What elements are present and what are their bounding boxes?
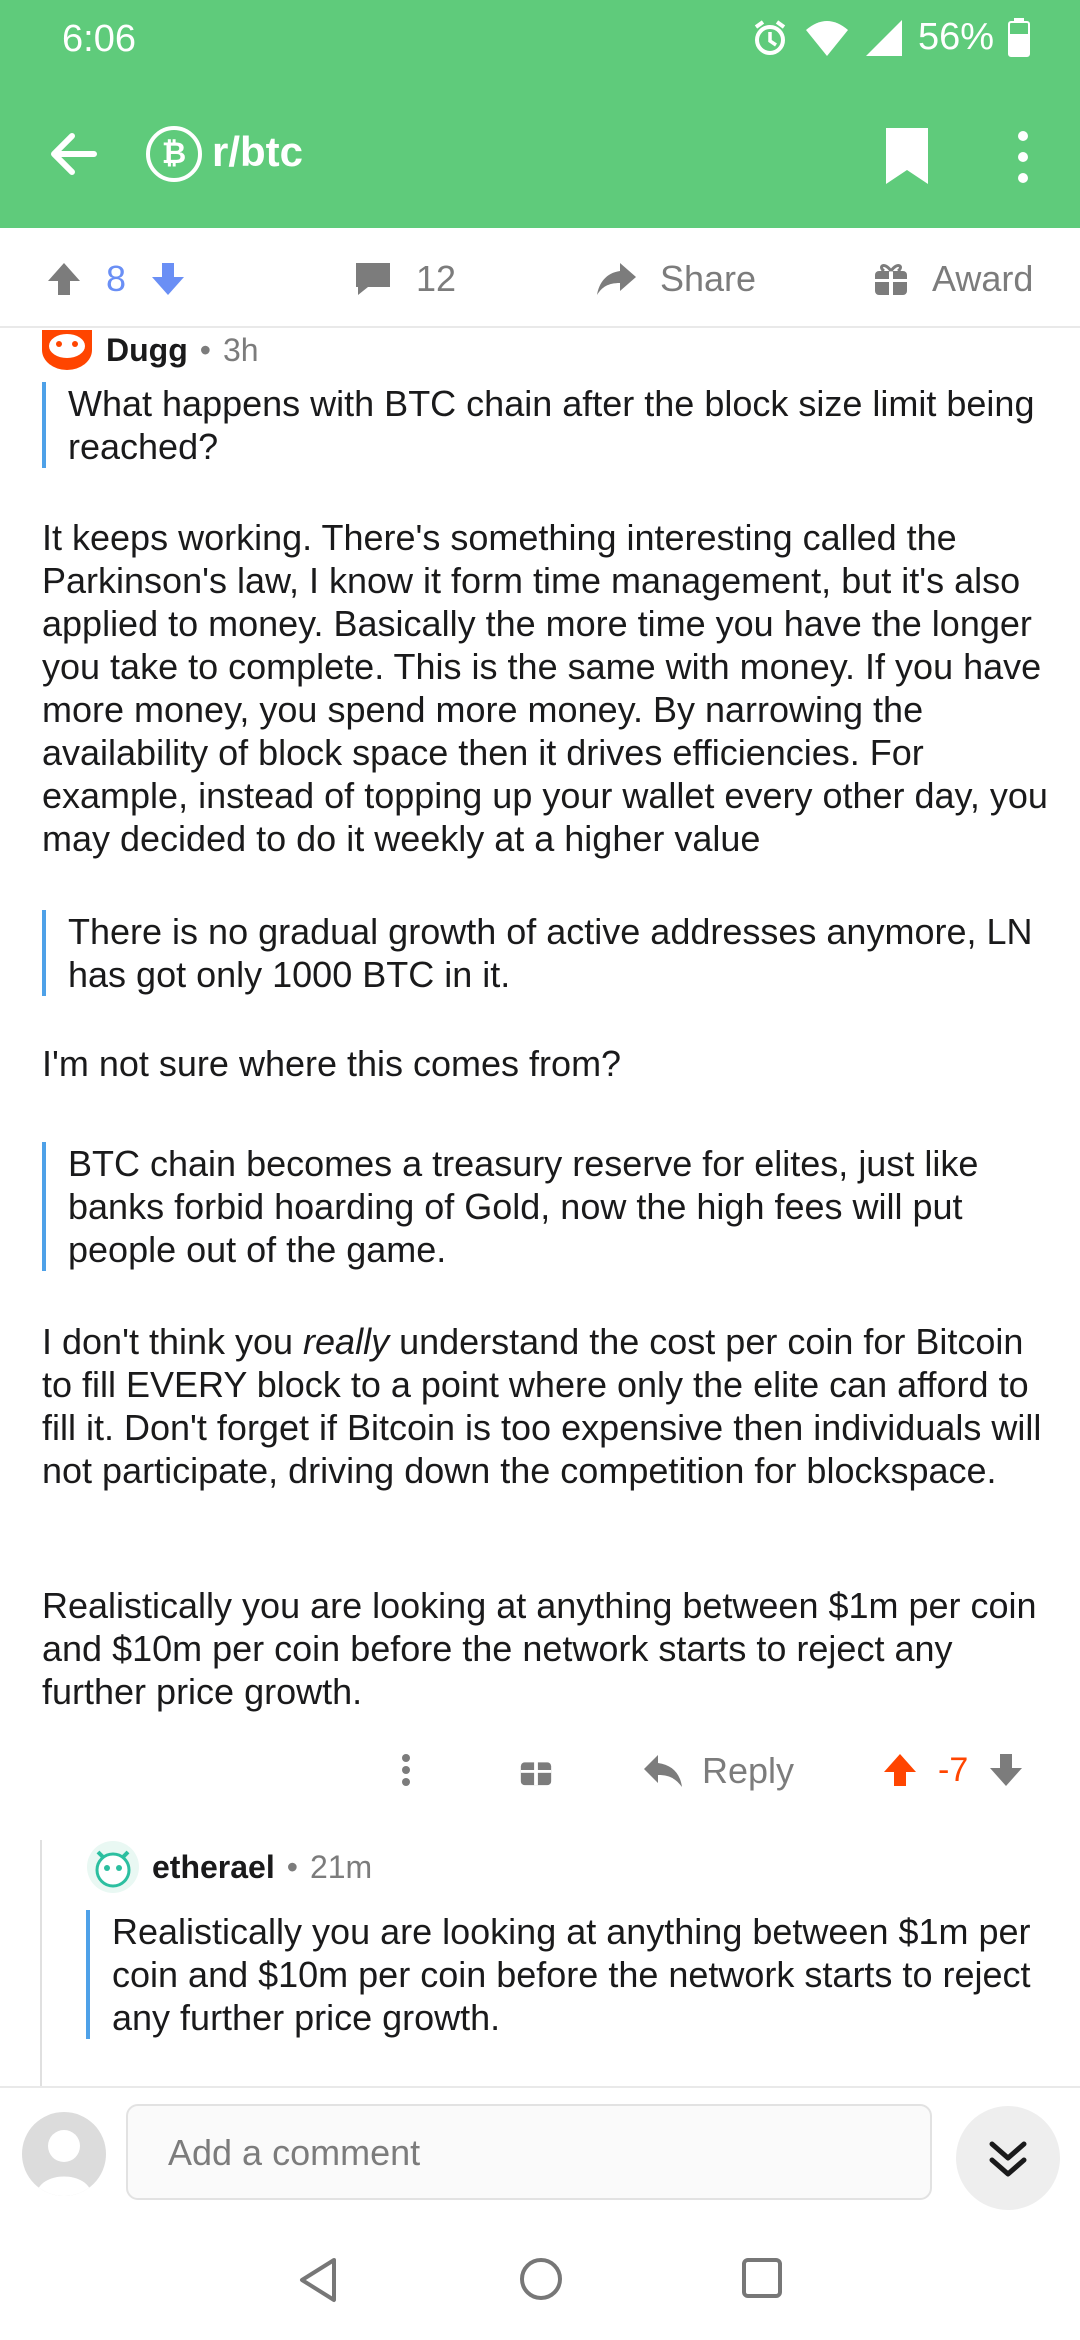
reply-icon [644, 1755, 682, 1787]
status-time: 6:06 [62, 18, 136, 60]
reply-author-row: etherael • 21m [86, 1840, 372, 1894]
comment-composer-bar: Add a comment [0, 2086, 1080, 2216]
share-button[interactable]: Share [594, 258, 756, 300]
post-action-bar: 8 12 Share Award [0, 228, 1080, 328]
award-button[interactable]: Award [872, 258, 1033, 300]
emphasis-really: really [303, 1321, 390, 1362]
comment-quote-2: There is no gradual growth of active add… [42, 910, 1052, 996]
subreddit-name[interactable]: r/btc [212, 128, 303, 176]
comment-age: 3h [222, 331, 259, 368]
comment-award-button[interactable] [518, 1750, 554, 1790]
share-icon [597, 263, 636, 295]
comment-paragraph-4: Realistically you are looking at anythin… [42, 1585, 1037, 1712]
reply-age: 21m [309, 1848, 373, 1885]
snoo-avatar-icon[interactable] [86, 1840, 140, 1894]
signal-icon [865, 19, 902, 56]
comment-action-bar: Reply -7 [0, 1730, 1080, 1810]
back-arrow-icon[interactable] [44, 124, 104, 184]
battery-icon [1008, 17, 1030, 57]
status-bar: 6:06 56% [0, 0, 1080, 84]
downvote-icon[interactable] [148, 259, 188, 299]
award-label: Award [932, 258, 1034, 299]
double-chevron-down-icon [989, 2141, 1027, 2177]
comment-paragraph-1: It keeps working. There's something inte… [42, 517, 1048, 859]
share-label: Share [660, 258, 757, 299]
snoo-avatar-icon[interactable] [40, 330, 94, 370]
comment-quote-1: What happens with BTC chain after the bl… [42, 382, 1052, 468]
wifi-icon [805, 20, 848, 56]
nav-home-icon[interactable] [518, 2256, 564, 2302]
comment-thread: Dugg • 3h What happens with BTC chain af… [0, 330, 1080, 2090]
reply-author[interactable]: etherael [152, 1849, 275, 1886]
comment-vote-group: -7 [880, 1750, 1026, 1790]
jump-to-next-button[interactable] [956, 2106, 1060, 2210]
add-comment-input[interactable]: Add a comment [126, 2104, 932, 2200]
user-avatar[interactable] [22, 2112, 106, 2196]
bitcoin-icon[interactable]: ₿ [146, 126, 202, 182]
nav-back-icon[interactable] [296, 2256, 340, 2304]
comment-more-button[interactable] [398, 1750, 414, 1790]
comment-paragraph-3: I don't think you really understand the … [42, 1321, 1042, 1491]
app-header: 6:06 56% ₿ r/btc [0, 0, 1080, 228]
more-vertical-icon [402, 1754, 410, 1786]
comment-count: 12 [416, 258, 457, 299]
comment-paragraph-2: I'm not sure where this comes from? [42, 1043, 622, 1084]
comment-author-row: Dugg • 3h [40, 330, 259, 370]
comment-icon [356, 263, 390, 295]
toolbar: ₿ r/btc [0, 100, 1080, 210]
nav-recents-icon[interactable] [740, 2256, 784, 2300]
upvote-icon[interactable] [880, 1750, 920, 1790]
reply-button[interactable]: Reply [642, 1750, 794, 1792]
nested-reply: etherael • 21m Realistically you are loo… [40, 1840, 1080, 2090]
comment-score: -7 [938, 1750, 969, 1789]
system-navigation-bar [0, 2216, 1080, 2340]
downvote-icon[interactable] [986, 1750, 1026, 1790]
reply-quote: Realistically you are looking at anythin… [86, 1910, 1076, 2039]
gift-icon [520, 1756, 552, 1786]
post-vote-count: 8 [106, 258, 127, 299]
comment-author[interactable]: Dugg [106, 332, 188, 369]
more-options-icon[interactable] [1008, 124, 1038, 190]
battery-percent: 56% [917, 16, 994, 58]
bookmark-icon[interactable] [882, 126, 932, 186]
upvote-icon[interactable] [44, 259, 84, 299]
gift-icon [875, 264, 907, 295]
reply-label: Reply [702, 1750, 795, 1791]
comment-quote-3: BTC chain becomes a treasury reserve for… [42, 1142, 1052, 1271]
alarm-icon [754, 19, 786, 55]
user-avatar-icon [36, 2130, 92, 2196]
comments-button[interactable]: 12 [352, 258, 456, 300]
